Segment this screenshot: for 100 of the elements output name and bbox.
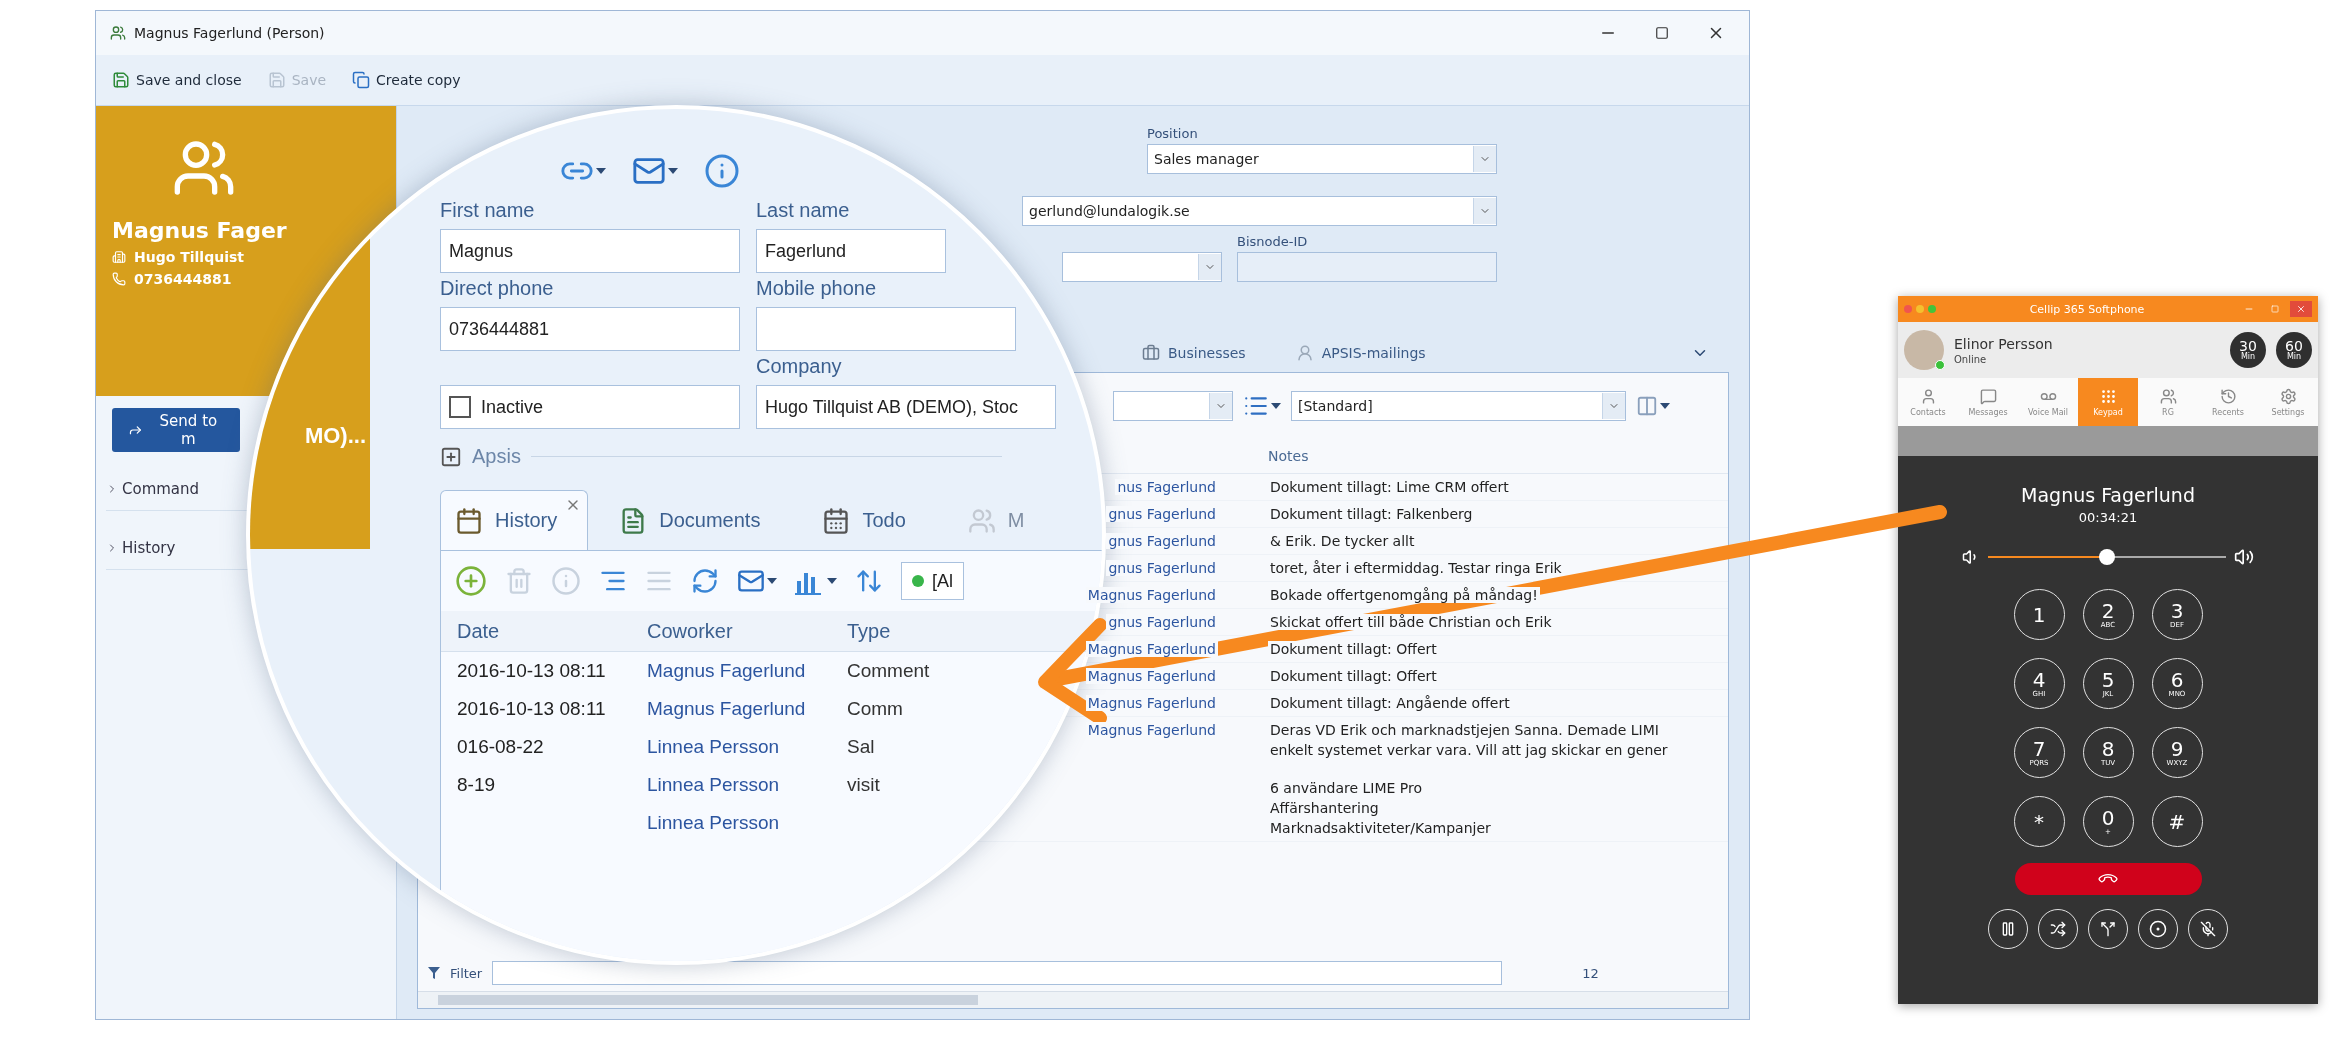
tab[interactable]: Businesses <box>1142 344 1246 362</box>
nav-tab[interactable]: Voice Mail <box>2018 378 2078 426</box>
zoom-dot-icon[interactable] <box>1928 305 1936 313</box>
shuffle-icon <box>2050 921 2066 937</box>
person-icon <box>1295 344 1314 362</box>
section-label: Apsis <box>472 445 521 468</box>
table-cell-text: Sal <box>847 736 876 758</box>
field-label: Company <box>756 355 842 379</box>
window-title: Magnus Fagerlund (Person) <box>134 25 326 41</box>
email-select[interactable]: gerlund@lundalogik.se <box>1022 196 1497 226</box>
call-duration: 00:34:21 <box>2078 510 2138 525</box>
people-icon <box>2159 387 2177 405</box>
contact-name: Magnus Fager <box>112 218 287 243</box>
minutes-badge: 60 Min <box>2276 332 2312 368</box>
nav-tab[interactable]: RG <box>2138 378 2198 426</box>
table-cell-text: 016-08-22 <box>457 736 545 758</box>
direct-phone-field[interactable]: 0736444881 <box>440 307 740 351</box>
slider-thumb[interactable] <box>2099 549 2115 565</box>
position-select[interactable]: Sales manager <box>1147 144 1497 174</box>
message-icon <box>1979 387 1997 405</box>
nav-tab[interactable]: Contacts <box>1898 378 1958 426</box>
column-header: Notes <box>1268 448 1310 464</box>
history-icon <box>2219 387 2237 405</box>
user-name: Elinor Persson <box>1954 335 2054 352</box>
record-icon <box>2149 920 2167 938</box>
field-label: Mobile phone <box>756 277 877 301</box>
people-icon <box>967 506 996 535</box>
tab[interactable]: APSIS-mailings <box>1295 344 1426 362</box>
close-dot-icon[interactable] <box>1904 305 1912 313</box>
maximize-icon[interactable] <box>1655 26 1669 40</box>
columns-icon[interactable] <box>1636 395 1670 417</box>
table-cell-text: 8-19 <box>457 774 497 796</box>
pause-icon <box>2000 921 2016 937</box>
nav-item[interactable]: History <box>122 539 176 557</box>
table-cell: 6 användare LIME Pro <box>1268 780 1425 796</box>
field-label: Last name <box>756 199 850 223</box>
table-cell: Magnus Fagerlund <box>1085 641 1218 657</box>
field-label: Bisnode-ID <box>1237 234 1309 249</box>
settings-icon <box>2279 387 2297 405</box>
window-title: Cellip 365 Softphone <box>2028 302 2146 316</box>
toolbar-button[interactable]: Create copy <box>348 67 465 93</box>
last-name-field[interactable]: Fagerlund <box>756 229 946 273</box>
view-select[interactable]: [Standard] <box>1291 391 1626 421</box>
bisnode-field[interactable] <box>1237 252 1497 282</box>
table-cell-text: Linnea Persson <box>647 774 781 796</box>
column-header: Coworker <box>647 619 734 643</box>
table-cell: Skickat offert till både Christian och Erik <box>1268 614 1554 630</box>
mic-off-icon <box>2200 921 2216 937</box>
calendar-icon <box>455 506 483 535</box>
nav-tab[interactable]: Recents <box>2198 378 2258 426</box>
building-icon <box>112 250 126 264</box>
info-icon[interactable] <box>704 153 740 189</box>
send-button[interactable]: Send to m <box>112 408 240 452</box>
mobile-phone-field[interactable] <box>756 307 1016 351</box>
row-count: 12 <box>1582 965 1599 981</box>
close-button[interactable] <box>2290 301 2312 317</box>
dropdown-field[interactable] <box>1113 391 1233 421</box>
minimize-dot-icon[interactable] <box>1916 305 1924 313</box>
refresh-icon[interactable] <box>691 567 719 595</box>
people-icon <box>110 25 126 41</box>
tab[interactable]: Documents <box>604 490 792 550</box>
column-header: Date <box>457 619 501 643</box>
filter-icon <box>428 967 440 979</box>
hang-up-button[interactable] <box>2014 863 2202 895</box>
table-cell-text: Linnea Persson <box>647 736 781 758</box>
copy-icon <box>352 71 371 89</box>
dropdown-field[interactable] <box>1062 252 1222 282</box>
save-icon <box>112 71 130 89</box>
split-arrows-icon <box>2100 921 2116 937</box>
phone-icon <box>112 272 126 286</box>
nav-item[interactable]: Command <box>122 480 200 498</box>
table-cell: toret, åter i eftermiddag. Testar ringa Erik <box>1268 560 1564 576</box>
table-cell: Dokument tillagt: Offert <box>1268 641 1439 657</box>
table-cell-text: visit <box>847 774 881 796</box>
horizontal-scrollbar[interactable] <box>418 991 1728 1008</box>
first-name-field[interactable]: Magnus <box>440 229 740 273</box>
add-icon[interactable] <box>455 565 487 597</box>
table-cell-text: Linnea Persson <box>647 812 781 834</box>
tab[interactable]: History <box>440 490 589 550</box>
nav-tab[interactable]: Messages <box>1958 378 2018 426</box>
table-cell-text: 2016-10-13 08:11 <box>457 698 607 720</box>
expand-icon[interactable] <box>440 445 462 468</box>
tab[interactable]: Todo <box>807 490 937 550</box>
nav-tab[interactable]: Settings <box>2258 378 2318 426</box>
table-cell: Dokument tillagt: Falkenberg <box>1268 506 1475 522</box>
toolbar-button[interactable]: Save and close <box>108 67 246 93</box>
field-label: Position <box>1147 126 1199 141</box>
column-header: Type <box>847 619 892 643</box>
briefcase-icon <box>1142 344 1160 362</box>
company-field[interactable]: Hugo Tillquist AB (DEMO), Stoc <box>756 385 1056 429</box>
table-cell-text: Magnus Fagerlund <box>647 660 807 682</box>
table-cell: nus Fagerlund <box>1115 479 1218 495</box>
keypad-icon <box>2099 387 2117 405</box>
user-status: Online <box>1954 353 1988 365</box>
volume-slider[interactable] <box>1988 549 2226 565</box>
filter-field[interactable] <box>492 961 1503 985</box>
table-cell: Dokument tillagt: Angående offert <box>1268 695 1512 711</box>
filter-select[interactable]: [Al <box>901 562 964 600</box>
phone-number: 0736444881 <box>134 271 232 287</box>
table-cell: Magnus Fagerlund <box>1085 668 1218 684</box>
